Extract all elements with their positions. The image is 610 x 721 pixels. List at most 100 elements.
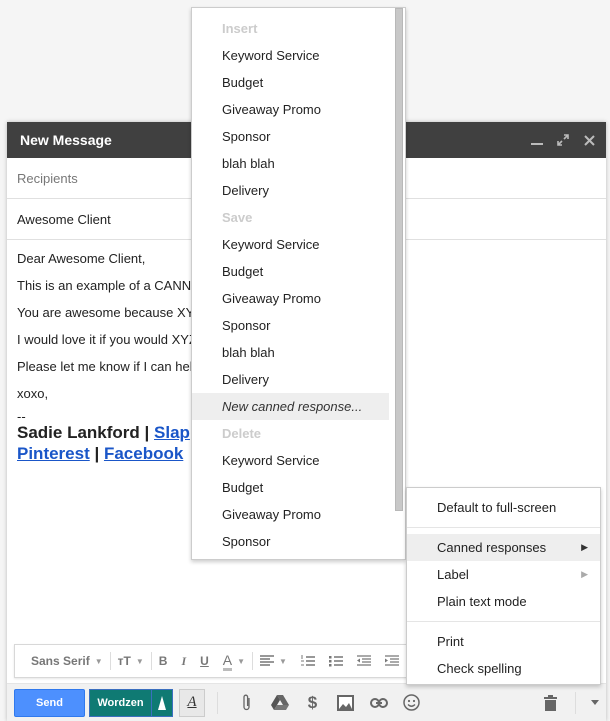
insert-item[interactable]: blah blah — [192, 150, 405, 177]
indent-more-icon — [384, 655, 399, 666]
indent-more-button[interactable] — [378, 651, 406, 671]
send-money-button[interactable]: $ — [296, 689, 329, 717]
save-item[interactable]: Delivery — [192, 366, 405, 393]
bold-icon: B — [158, 654, 168, 668]
insert-photo-button[interactable] — [329, 689, 362, 717]
submenu-arrow-icon: ▶ — [581, 569, 588, 579]
menu-item-label-option[interactable]: Label ▶ — [407, 561, 600, 588]
bulleted-list-button[interactable] — [322, 651, 350, 671]
formatting-toolbar: Sans Serif ▼ тT ▼ B I U A ▼ ▼ — [14, 644, 434, 678]
body-line: I would love it if you would XYZ — [17, 332, 197, 347]
menu-item-label: Label — [437, 567, 469, 582]
menu-divider — [407, 621, 600, 622]
body-line: Please let me know if I can hel — [17, 359, 193, 374]
wordzen-triangle-icon — [158, 695, 166, 710]
menu-item-label: Plain text mode — [437, 594, 527, 609]
signature-line-2: Pinterest | Facebook — [17, 443, 207, 464]
delete-item[interactable]: Sponsor — [192, 528, 405, 555]
insert-drive-button[interactable] — [263, 689, 296, 717]
delete-item[interactable]: Keyword Service — [192, 447, 405, 474]
trash-icon — [544, 694, 557, 711]
discard-draft-button[interactable] — [534, 689, 567, 717]
bulleted-list-icon — [328, 656, 343, 667]
menu-item-label: Canned responses — [437, 540, 547, 555]
signature-link[interactable]: Slap — [154, 423, 190, 442]
insert-item[interactable]: Delivery — [192, 177, 405, 204]
send-button[interactable]: Send — [14, 688, 85, 717]
insert-item[interactable]: Keyword Service — [192, 42, 405, 69]
close-icon[interactable] — [582, 133, 596, 147]
insert-item[interactable]: Sponsor — [192, 123, 405, 150]
font-family-select[interactable]: Sans Serif ▼ — [24, 651, 110, 671]
pinterest-link[interactable]: Pinterest — [17, 444, 90, 463]
insert-item[interactable]: Giveaway Promo — [192, 96, 405, 123]
body-line: Dear Awesome Client, — [17, 251, 146, 266]
align-button[interactable]: ▼ — [253, 651, 294, 671]
menu-item-label: Check spelling — [437, 661, 522, 676]
delete-item[interactable]: Budget — [192, 474, 405, 501]
menu-item-plain-text-mode[interactable]: Plain text mode — [407, 588, 600, 615]
signature-name: Sadie Lankford — [17, 423, 140, 442]
menu-item-canned-responses[interactable]: Canned responses ▶ — [407, 534, 600, 561]
compose-title: New Message — [20, 132, 112, 148]
menu-item-print[interactable]: Print — [407, 628, 600, 655]
save-item[interactable]: Sponsor — [192, 312, 405, 339]
font-size-icon: тT — [117, 654, 131, 668]
divider — [575, 691, 576, 714]
facebook-link[interactable]: Facebook — [104, 444, 183, 463]
formatting-options-button[interactable]: A — [179, 688, 205, 717]
delete-header: Delete — [222, 426, 262, 441]
new-canned-response-item[interactable]: New canned response... — [192, 393, 389, 420]
dollar-icon: $ — [307, 692, 318, 712]
chevron-down-icon: ▼ — [135, 656, 144, 666]
menu-divider — [407, 527, 600, 528]
signature-separator: | — [89, 444, 104, 463]
wordzen-button[interactable]: Wordzen — [90, 689, 152, 716]
more-options-button[interactable] — [584, 689, 606, 717]
divider — [217, 691, 218, 714]
save-item[interactable]: Budget — [192, 258, 405, 285]
text-color-button[interactable]: A ▼ — [216, 651, 252, 671]
wordzen-menu-button[interactable] — [152, 689, 172, 716]
save-item[interactable]: Giveaway Promo — [192, 285, 405, 312]
italic-button[interactable]: I — [174, 651, 193, 671]
compose-action-bar: Send Wordzen A $ — [7, 683, 606, 721]
chevron-down-icon: ▼ — [279, 656, 287, 666]
bold-button[interactable]: B — [152, 651, 175, 671]
subject-value: Awesome Client — [17, 211, 111, 227]
delete-item[interactable]: Giveaway Promo — [192, 501, 405, 528]
menu-item-label: Print — [437, 634, 464, 649]
recipients-placeholder: Recipients — [17, 170, 78, 186]
save-item[interactable]: Keyword Service — [192, 231, 405, 258]
insert-emoji-button[interactable] — [395, 689, 428, 717]
numbered-list-button[interactable] — [294, 651, 322, 671]
italic-icon: I — [181, 653, 187, 668]
expand-icon[interactable] — [556, 133, 570, 147]
chevron-down-icon — [591, 700, 599, 705]
insert-link-button[interactable] — [362, 689, 395, 717]
wordzen-button-group: Wordzen — [89, 688, 173, 717]
minimize-icon[interactable] — [530, 133, 544, 147]
signature-separator: | — [139, 423, 155, 442]
indent-less-icon — [356, 655, 371, 666]
save-header: Save — [222, 210, 253, 225]
menu-item-label: Default to full-screen — [437, 500, 557, 515]
chevron-down-icon: ▼ — [94, 656, 103, 666]
numbered-list-icon — [300, 655, 315, 666]
submenu-arrow-icon: ▶ — [581, 542, 588, 552]
indent-less-button[interactable] — [350, 651, 378, 671]
submenu-scrollbar[interactable] — [395, 8, 403, 511]
emoji-icon — [403, 694, 420, 711]
font-size-button[interactable]: тT ▼ — [111, 651, 151, 671]
menu-item-check-spelling[interactable]: Check spelling — [407, 655, 600, 682]
save-item[interactable]: blah blah — [192, 339, 405, 366]
underline-icon: U — [200, 654, 209, 668]
signature-line-1: Sadie Lankford | Slap — [17, 422, 207, 443]
more-options-menu: Default to full-screen Canned responses ▶… — [406, 487, 601, 685]
underline-button[interactable]: U — [193, 651, 216, 671]
attach-files-button[interactable] — [230, 689, 263, 717]
menu-item-default-full-screen[interactable]: Default to full-screen — [407, 494, 600, 521]
link-icon — [369, 697, 388, 708]
insert-item[interactable]: Budget — [192, 69, 405, 96]
body-line: You are awesome because XY — [17, 305, 195, 320]
